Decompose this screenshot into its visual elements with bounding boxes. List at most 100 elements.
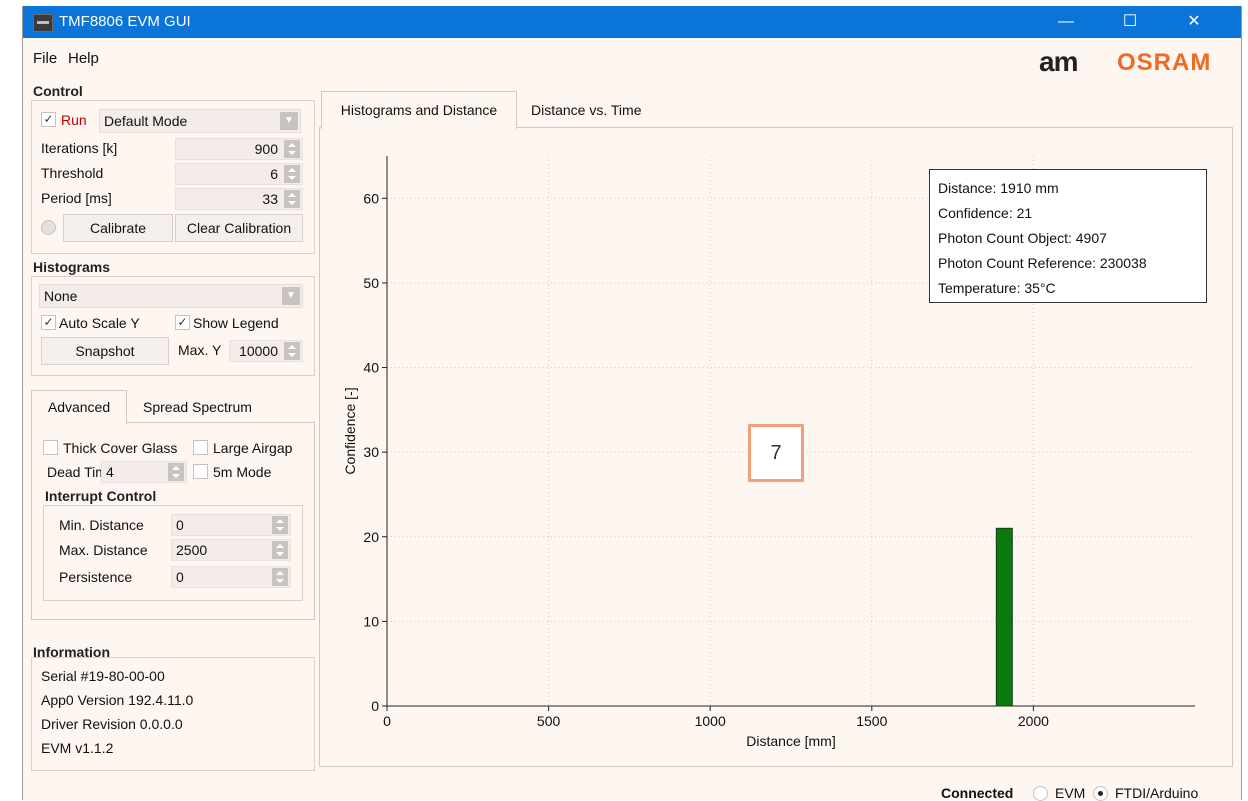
x-tick-label: 0 (383, 713, 391, 729)
tab-distance-vs-time[interactable]: Distance vs. Time (531, 102, 641, 118)
menu-file[interactable]: File (33, 50, 57, 67)
control-title: Control (33, 83, 83, 99)
iterations-value: 900 (254, 141, 278, 157)
minimize-button[interactable]: — (1043, 6, 1089, 38)
persistence-label: Persistence (59, 569, 133, 585)
x-tick-label: 500 (537, 713, 561, 729)
threshold-label: Threshold (41, 165, 104, 181)
y-tick-label: 40 (363, 360, 379, 376)
max-y-value: 10000 (239, 343, 278, 359)
spinner-arrows-icon[interactable] (272, 516, 288, 534)
serial-text: Serial #19-80-00-00 (41, 668, 165, 684)
spinner-arrows-icon[interactable] (272, 568, 288, 586)
iterations-label: Iterations [k] (41, 140, 118, 156)
run-label: Run (61, 112, 87, 128)
mode-select[interactable]: Default Mode ▼ (99, 109, 301, 133)
tab-spread-spectrum[interactable]: Spread Spectrum (143, 399, 252, 415)
x-axis-label: Distance [mm] (746, 733, 835, 749)
info-photon-reference: Photon Count Reference: 230038 (938, 255, 1147, 271)
y-axis-label: Confidence [-] (342, 387, 358, 474)
chevron-down-icon[interactable]: ▼ (280, 112, 298, 130)
spinner-arrows-icon[interactable] (284, 190, 300, 208)
y-tick-label: 50 (363, 275, 379, 291)
y-tick-label: 30 (363, 444, 379, 460)
min-distance-label: Min. Distance (59, 517, 144, 533)
close-button[interactable]: ✕ (1171, 6, 1217, 38)
ftdi-radio[interactable] (1093, 786, 1108, 801)
connection-status: Connected (941, 785, 1014, 801)
tab-histograms-distance[interactable]: Histograms and Distance (321, 91, 517, 129)
clear-calibration-button[interactable]: Clear Calibration (175, 214, 303, 242)
dead-time-spinner[interactable]: 4 (101, 461, 187, 483)
ams-logo: am (1039, 46, 1078, 77)
spinner-arrows-icon[interactable] (284, 165, 300, 183)
period-label: Period [ms] (41, 190, 112, 206)
period-value: 33 (262, 191, 278, 207)
iterations-spinner[interactable]: 900 (175, 138, 303, 160)
min-distance-spinner[interactable]: 0 (171, 514, 291, 536)
five-m-mode-checkbox[interactable] (193, 464, 208, 479)
x-tick-label: 2000 (1018, 713, 1049, 729)
menu-bar: File Help am OSRAM (23, 38, 1241, 78)
auto-scale-label: Auto Scale Y (59, 315, 140, 331)
app-version-text: App0 Version 192.4.11.0 (41, 692, 194, 708)
threshold-spinner[interactable]: 6 (175, 163, 303, 185)
persistence-value: 0 (176, 569, 184, 585)
max-y-label: Max. Y (178, 342, 222, 358)
annotation-marker: 7 (748, 424, 804, 482)
five-m-mode-label: 5m Mode (213, 464, 272, 480)
bars (995, 527, 1013, 707)
app-icon (33, 14, 53, 32)
run-checkbox[interactable]: ✓ (41, 112, 56, 127)
period-spinner[interactable]: 33 (175, 188, 303, 210)
calibrate-button[interactable]: Calibrate (63, 214, 173, 242)
large-airgap-label: Large Airgap (213, 440, 293, 456)
auto-scale-checkbox[interactable]: ✓ (41, 315, 56, 330)
y-tick-label: 0 (371, 698, 379, 714)
spinner-arrows-icon[interactable] (272, 541, 288, 559)
threshold-value: 6 (270, 166, 278, 182)
window-title: TMF8806 EVM GUI (59, 13, 191, 30)
max-y-spinner[interactable]: 10000 (229, 340, 303, 362)
screen: TMF8806 EVM GUI — ☐ ✕ File Help am OSRAM… (0, 0, 1248, 801)
max-distance-value: 2500 (176, 542, 208, 558)
dead-time-value: 4 (106, 464, 114, 480)
tab-advanced[interactable]: Advanced (31, 390, 127, 424)
menu-help[interactable]: Help (68, 50, 99, 67)
mode-value: Default Mode (104, 113, 188, 129)
evm-radio-label: EVM (1055, 785, 1086, 801)
y-tick-label: 10 (363, 613, 379, 629)
snapshot-button[interactable]: Snapshot (41, 337, 169, 365)
y-tick-label: 20 (363, 529, 379, 545)
title-bar[interactable]: TMF8806 EVM GUI — ☐ ✕ (23, 6, 1241, 38)
osram-logo: OSRAM (1117, 49, 1212, 76)
max-distance-spinner[interactable]: 2500 (171, 539, 291, 561)
spinner-arrows-icon[interactable] (284, 342, 300, 360)
info-distance: Distance: 1910 mm (938, 180, 1059, 196)
x-tick-label: 1500 (856, 713, 887, 729)
show-legend-label: Show Legend (193, 315, 279, 331)
large-airgap-checkbox[interactable] (193, 440, 208, 455)
driver-revision-text: Driver Revision 0.0.0.0 (41, 716, 183, 732)
calibration-status-icon (41, 220, 56, 235)
info-temperature: Temperature: 35°C (938, 280, 1056, 296)
x-tick-label: 1000 (695, 713, 726, 729)
histogram-bar (995, 527, 1013, 707)
ftdi-radio-label: FTDI/Arduino (1115, 785, 1199, 801)
chevron-down-icon[interactable]: ▼ (282, 287, 300, 305)
evm-radio[interactable] (1033, 786, 1048, 801)
histograms-title: Histograms (33, 259, 111, 275)
maximize-button[interactable]: ☐ (1107, 6, 1153, 38)
thick-cover-label: Thick Cover Glass (63, 440, 178, 456)
persistence-spinner[interactable]: 0 (171, 566, 291, 588)
min-distance-value: 0 (176, 517, 184, 533)
histogram-select[interactable]: None ▼ (39, 284, 303, 308)
show-legend-checkbox[interactable]: ✓ (175, 315, 190, 330)
spinner-arrows-icon[interactable] (284, 140, 300, 158)
app-window: TMF8806 EVM GUI — ☐ ✕ File Help am OSRAM… (22, 6, 1242, 801)
thick-cover-checkbox[interactable] (43, 440, 58, 455)
info-photon-object: Photon Count Object: 4907 (938, 230, 1107, 246)
interrupt-control-title: Interrupt Control (45, 488, 157, 504)
spinner-arrows-icon[interactable] (168, 463, 184, 481)
evm-version-text: EVM v1.1.2 (41, 740, 114, 756)
